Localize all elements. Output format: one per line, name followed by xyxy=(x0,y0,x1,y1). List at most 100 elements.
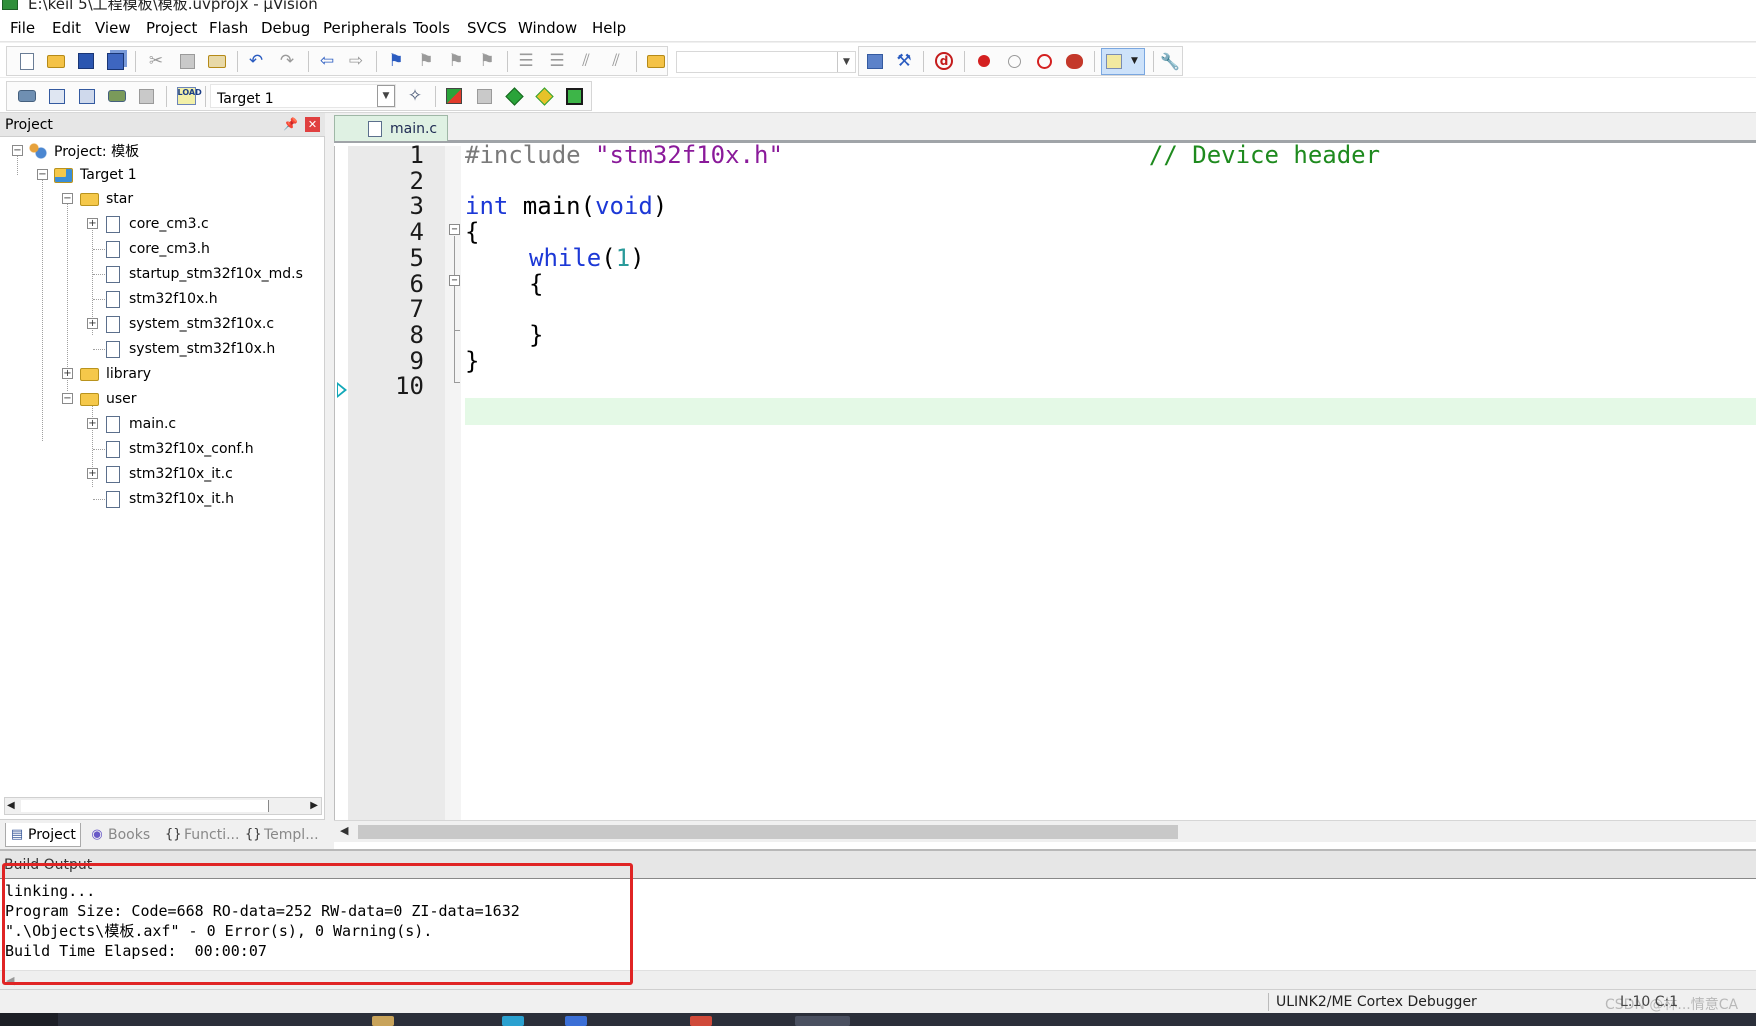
tree-file[interactable]: startup_stm32f10x_md.s xyxy=(106,262,303,286)
tab-books[interactable]: ◉ Books xyxy=(86,823,154,847)
menu-svcs[interactable]: SVCS xyxy=(467,19,507,37)
rebuild-button[interactable] xyxy=(77,86,97,106)
indent-button[interactable]: ☰ xyxy=(516,51,536,71)
undo-button[interactable]: ↶ xyxy=(246,51,266,71)
configure-button[interactable]: 🔧 xyxy=(1160,51,1180,71)
insert-bookmark-button[interactable]: ⚑ xyxy=(386,51,406,71)
enable-breakpoint-button[interactable] xyxy=(1004,51,1024,71)
find-combo[interactable]: ▼ xyxy=(676,51,856,73)
tree-file[interactable]: stm32f10x_it.c xyxy=(106,462,233,486)
copy-button[interactable] xyxy=(177,51,197,71)
scroll-left-icon[interactable]: ◀ xyxy=(7,800,15,811)
menu-edit[interactable]: Edit xyxy=(52,19,81,37)
scroll-right-icon[interactable]: ▶ xyxy=(310,800,318,811)
configuration-wizard-button[interactable]: ⚒ xyxy=(894,51,914,71)
tree-file[interactable]: core_cm3.h xyxy=(106,237,210,261)
paste-button[interactable] xyxy=(207,51,227,71)
editor-tab-main-c[interactable]: main.c xyxy=(334,115,448,141)
save-button[interactable] xyxy=(76,51,96,71)
taskbar-app-active[interactable] xyxy=(795,1016,850,1026)
build-output-scrollbar[interactable]: ◀ xyxy=(0,970,1756,991)
tree-group-user[interactable]: user xyxy=(80,387,137,411)
manage-rte-button[interactable] xyxy=(504,86,524,106)
tree-file[interactable]: stm32f10x.h xyxy=(106,287,218,311)
build-output-text[interactable]: linking... Program Size: Code=668 RO-dat… xyxy=(5,881,520,961)
taskbar-start[interactable] xyxy=(0,1013,58,1026)
expand-icon[interactable]: + xyxy=(87,318,98,329)
translate-button[interactable] xyxy=(17,86,37,106)
menu-debug[interactable]: Debug xyxy=(261,19,310,37)
tree-file[interactable]: core_cm3.c xyxy=(106,212,209,236)
expand-icon[interactable]: + xyxy=(87,418,98,429)
new-file-button[interactable] xyxy=(17,51,37,71)
tree-file[interactable]: system_stm32f10x.h xyxy=(106,337,275,361)
tree-file[interactable]: stm32f10x_it.h xyxy=(106,487,234,511)
scroll-left-icon[interactable]: ◀ xyxy=(340,824,348,837)
code-area[interactable]: 1 2 3 4 5 6 7 8 9 10 − − #include "stm32… xyxy=(334,141,1756,820)
tree-file[interactable]: main.c xyxy=(106,412,176,436)
menu-view[interactable]: View xyxy=(95,19,131,37)
menu-project[interactable]: Project xyxy=(146,19,197,37)
tree-project-root[interactable]: Project: 模板 xyxy=(28,139,139,163)
scroll-thumb[interactable] xyxy=(358,825,1178,839)
expand-icon[interactable]: + xyxy=(62,368,73,379)
options-for-target-button[interactable]: ✧ xyxy=(405,86,425,106)
scroll-thumb[interactable] xyxy=(21,800,269,812)
tree-group-library[interactable]: library xyxy=(80,362,151,386)
window-layout-button[interactable] xyxy=(1104,51,1124,71)
taskbar-app-icon[interactable] xyxy=(565,1016,587,1026)
find-in-files-button[interactable] xyxy=(646,51,666,71)
expand-icon[interactable]: + xyxy=(87,468,98,479)
tab-project[interactable]: ▤ Project xyxy=(5,823,81,847)
open-file-button[interactable] xyxy=(46,51,66,71)
file-extensions-button[interactable] xyxy=(474,86,494,106)
navigate-forward-button[interactable]: ⇨ xyxy=(346,51,366,71)
build-button[interactable] xyxy=(47,86,67,106)
collapse-icon[interactable]: − xyxy=(62,193,73,204)
manage-project-items-button[interactable] xyxy=(444,86,464,106)
scroll-left-icon[interactable]: ◀ xyxy=(6,974,14,987)
editor-horizontal-scrollbar[interactable]: ◀ xyxy=(334,820,1756,842)
disable-all-breakpoints-button[interactable] xyxy=(1034,51,1054,71)
tab-functions[interactable]: {} Functi... xyxy=(162,823,240,847)
stop-build-button[interactable] xyxy=(136,86,156,106)
fold-collapse-icon[interactable]: − xyxy=(449,224,460,235)
uncomment-button[interactable]: ⫽ xyxy=(606,51,626,71)
chevron-down-icon[interactable]: ▼ xyxy=(837,52,855,72)
kill-all-breakpoints-button[interactable] xyxy=(1064,51,1084,71)
insert-breakpoint-button[interactable] xyxy=(974,51,994,71)
select-software-packs-button[interactable] xyxy=(534,86,554,106)
collapse-icon[interactable]: − xyxy=(37,169,48,180)
menu-flash[interactable]: Flash xyxy=(209,19,248,37)
cut-button[interactable]: ✂ xyxy=(146,51,166,71)
tree-file[interactable]: stm32f10x_conf.h xyxy=(106,437,254,461)
menu-help[interactable]: Help xyxy=(592,19,626,37)
target-select[interactable]: Target 1 ▼ xyxy=(210,84,396,108)
batch-build-button[interactable] xyxy=(107,86,127,106)
tree-target[interactable]: Target 1 xyxy=(54,163,137,187)
redo-button[interactable]: ↷ xyxy=(277,51,297,71)
incremental-find-button[interactable] xyxy=(865,51,885,71)
start-debug-button[interactable]: d xyxy=(934,51,954,71)
menu-file[interactable]: File xyxy=(10,19,35,37)
chevron-down-icon[interactable]: ▼ xyxy=(1131,56,1138,66)
close-icon[interactable]: ✕ xyxy=(305,117,320,132)
prev-bookmark-button[interactable]: ⚑ xyxy=(416,51,436,71)
download-button[interactable]: LOAD xyxy=(176,86,202,106)
project-horizontal-scrollbar[interactable]: ◀ ▶ xyxy=(4,797,322,815)
pack-installer-button[interactable] xyxy=(564,86,584,106)
collapse-icon[interactable]: − xyxy=(62,393,73,404)
taskbar-app-icon[interactable] xyxy=(502,1016,524,1026)
menu-window[interactable]: Window xyxy=(518,19,577,37)
taskbar-app-icon[interactable] xyxy=(372,1016,394,1026)
tree-file[interactable]: system_stm32f10x.c xyxy=(106,312,274,336)
menu-tools[interactable]: Tools xyxy=(413,19,450,37)
collapse-icon[interactable]: − xyxy=(12,145,23,156)
next-bookmark-button[interactable]: ⚑ xyxy=(446,51,466,71)
comment-button[interactable]: ⫽ xyxy=(576,51,596,71)
navigate-back-button[interactable]: ⇦ xyxy=(317,51,337,71)
unindent-button[interactable]: ☰ xyxy=(547,51,567,71)
tree-group-star[interactable]: star xyxy=(80,187,133,211)
save-all-button[interactable] xyxy=(105,51,125,71)
fold-collapse-icon[interactable]: − xyxy=(449,275,460,286)
